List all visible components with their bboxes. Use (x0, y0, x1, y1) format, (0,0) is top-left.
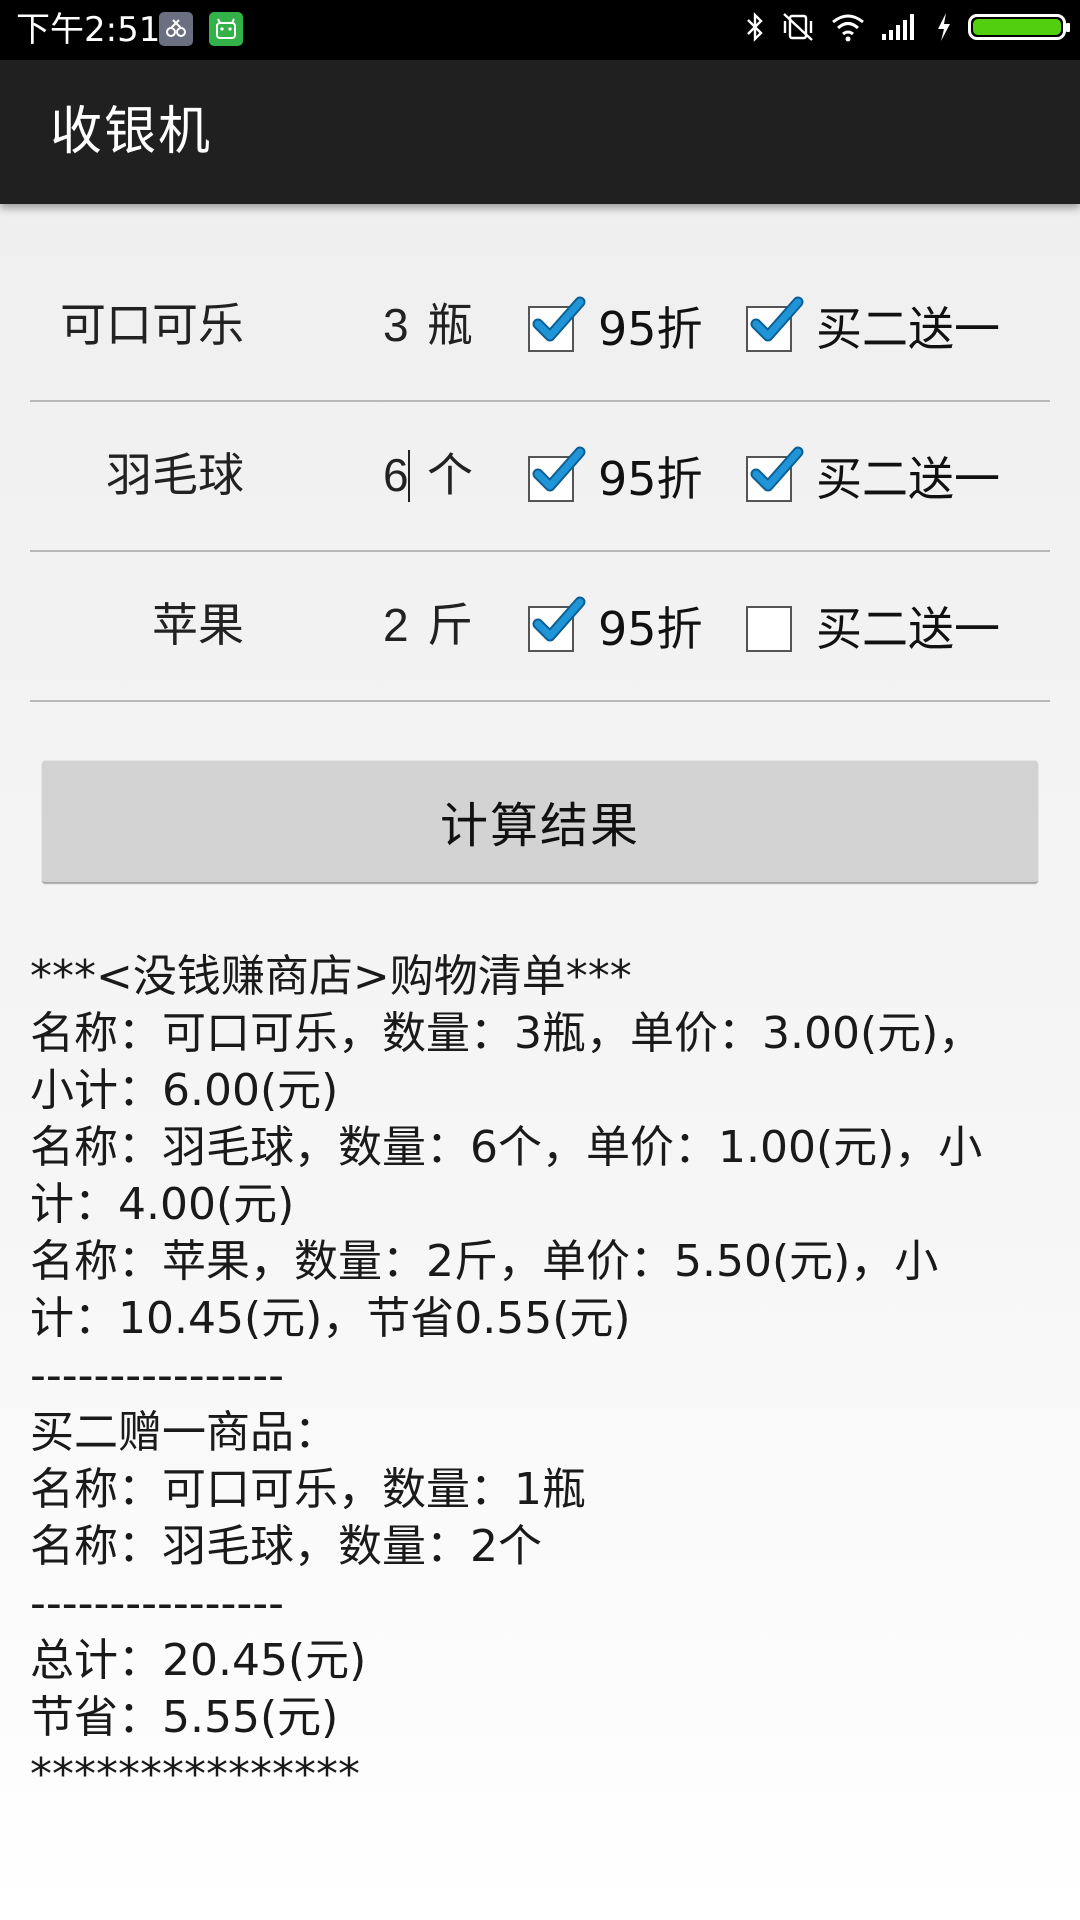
status-icons (744, 10, 1070, 44)
checkbox-unchecked-icon[interactable] (746, 606, 792, 652)
discount-checkbox[interactable]: 95折 (528, 296, 703, 359)
battery-icon (968, 14, 1070, 40)
product-name: 羽毛球 (106, 448, 244, 502)
bluetooth-icon (747, 12, 763, 42)
discount-label: 95折 (598, 302, 703, 356)
unit-label: 瓶 (427, 298, 473, 352)
wifi-icon (832, 14, 864, 42)
discount-label: 95折 (598, 602, 703, 656)
promo-label: 买二送一 (816, 602, 1000, 656)
checkbox-checked-icon[interactable] (746, 446, 804, 502)
checkbox-checked-icon[interactable] (528, 296, 586, 352)
status-bar: 下午2:51 (0, 0, 1080, 60)
receipt-savings: 节省：5.55(元) (30, 1692, 339, 1743)
product-name: 苹果 (152, 598, 244, 652)
unit-label: 斤 (427, 598, 473, 652)
receipt-line: 名称：羽毛球，数量：6个，单价：1.00(元)，小 (30, 1122, 983, 1173)
checkbox-checked-icon[interactable] (528, 446, 586, 502)
action-bar: 收银机 (0, 60, 1080, 204)
promo-checkbox[interactable]: 买二送一 (746, 599, 1000, 659)
android-notification-icon (209, 12, 243, 46)
app-title: 收银机 (50, 102, 213, 162)
receipt-line: 计：4.00(元) (30, 1179, 295, 1230)
checkbox-checked-icon[interactable] (746, 296, 804, 352)
vibrate-off-icon (783, 13, 813, 41)
receipt-line: 名称：羽毛球，数量：2个 (30, 1521, 542, 1572)
promo-label: 买二送一 (816, 452, 1000, 506)
receipt-line: 名称：可口可乐，数量：3瓶，单价：3.00(元)， (30, 1008, 983, 1059)
receipt-line: 小计：6.00(元) (30, 1065, 339, 1116)
receipt-total: 总计：20.45(元) (30, 1635, 367, 1686)
receipt-line: 名称：苹果，数量：2斤，单价：5.50(元)，小 (30, 1236, 939, 1287)
receipt-line: ***<没钱赚商店>购物清单*** (30, 951, 632, 1002)
gallery-notification-icon (159, 12, 193, 46)
charging-icon (938, 13, 950, 41)
receipt-output: ***<没钱赚商店>购物清单*** 名称：可口可乐，数量：3瓶，单价：3.00(… (30, 948, 1060, 1803)
quantity-input[interactable] (383, 295, 417, 355)
checkbox-checked-icon[interactable] (528, 596, 586, 652)
quantity-input[interactable] (383, 595, 417, 655)
receipt-divider: ---------------- (30, 1350, 285, 1401)
product-row-apple: 苹果 斤 95折 买二送一 (30, 550, 1050, 702)
promo-checkbox[interactable]: 买二送一 (746, 446, 1000, 509)
promo-checkbox[interactable]: 买二送一 (746, 296, 1000, 359)
product-name: 可口可乐 (60, 298, 244, 352)
receipt-line: 名称：可口可乐，数量：1瓶 (30, 1464, 586, 1515)
discount-checkbox[interactable]: 95折 (528, 446, 703, 509)
receipt-line: 计：10.45(元)，节省0.55(元) (30, 1293, 631, 1344)
promo-label: 买二送一 (816, 302, 1000, 356)
discount-label: 95折 (598, 452, 703, 506)
discount-checkbox[interactable]: 95折 (528, 596, 703, 659)
signal-icon (882, 14, 914, 40)
text-cursor (408, 450, 410, 502)
product-row-badminton: 羽毛球 个 95折 买二送一 (30, 400, 1050, 552)
receipt-line: 买二赠一商品： (30, 1407, 338, 1458)
quantity-input[interactable] (383, 445, 417, 505)
unit-label: 个 (427, 448, 473, 502)
product-row-cola: 可口可乐 瓶 95折 买二送一 (30, 250, 1050, 402)
status-time: 下午2:51 (16, 10, 161, 50)
receipt-divider: ---------------- (30, 1578, 285, 1629)
calculate-button[interactable]: 计算结果 (42, 760, 1038, 882)
receipt-footer: *************** (30, 1749, 360, 1800)
